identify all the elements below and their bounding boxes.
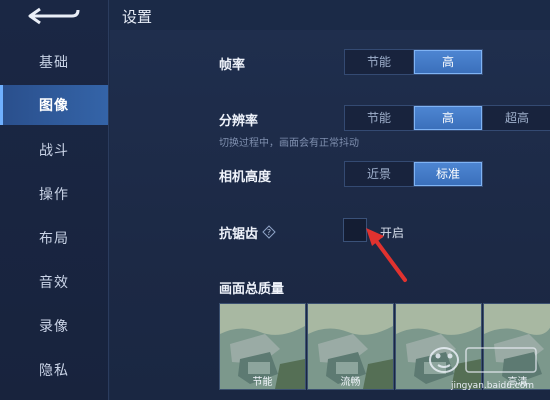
resolution-option-eco[interactable]: 节能 (345, 106, 414, 130)
anti-aliasing-label: 抗锯齿 (219, 227, 259, 242)
quality-label: 画面总质量 (219, 282, 285, 297)
quality-thumbnail-label: 节能 (252, 377, 273, 388)
camera-height-option-close[interactable]: 近景 (345, 162, 414, 186)
annotation-arrow-icon (360, 224, 420, 290)
help-diamond-icon[interactable]: ? (262, 224, 276, 239)
quality-thumbnail-eco[interactable]: 节能 (219, 303, 306, 390)
camera-height-option-standard[interactable]: 标准 (414, 162, 482, 186)
quality-thumbnail-smooth[interactable]: 流畅 (307, 303, 394, 390)
sidebar-item-graphics[interactable]: 图像 (0, 85, 108, 125)
baidu-watermark: jingyan.baidu.com (414, 334, 544, 394)
sidebar-item-basic[interactable]: 基础 (0, 42, 108, 82)
sidebar-item-sound[interactable]: 音效 (0, 262, 108, 302)
sidebar-item-controls[interactable]: 操作 (0, 174, 108, 214)
camera-height-selector: 近景 标准 (344, 161, 483, 187)
svg-text:?: ? (267, 228, 271, 237)
resolution-option-high[interactable]: 高 (414, 106, 483, 130)
frame-rate-selector: 节能 高 (344, 49, 483, 75)
resolution-option-ultra[interactable]: 超高 (483, 106, 550, 130)
sidebar-item-layout[interactable]: 布局 (0, 218, 108, 258)
resolution-hint: 切换过程中，画面会有正常抖动 (219, 138, 359, 149)
resolution-label: 分辨率 (219, 114, 259, 129)
sidebar-item-privacy[interactable]: 隐私 (0, 350, 108, 390)
camera-height-label: 相机高度 (219, 170, 272, 185)
frame-rate-option-eco[interactable]: 节能 (345, 50, 414, 74)
sidebar-item-replay[interactable]: 录像 (0, 306, 108, 346)
quality-thumbnail-label: 流畅 (340, 377, 361, 388)
resolution-selector: 节能 高 超高 (344, 105, 550, 131)
back-arrow-icon[interactable] (22, 5, 84, 27)
sidebar: 基础 图像 战斗 操作 布局 音效 录像 隐私 (0, 0, 109, 400)
sidebar-item-battle[interactable]: 战斗 (0, 130, 108, 170)
watermark-url: jingyan.baidu.com (450, 381, 534, 391)
frame-rate-label: 帧率 (219, 58, 246, 73)
page-title: 设置 (122, 8, 153, 26)
frame-rate-option-high[interactable]: 高 (414, 50, 482, 74)
